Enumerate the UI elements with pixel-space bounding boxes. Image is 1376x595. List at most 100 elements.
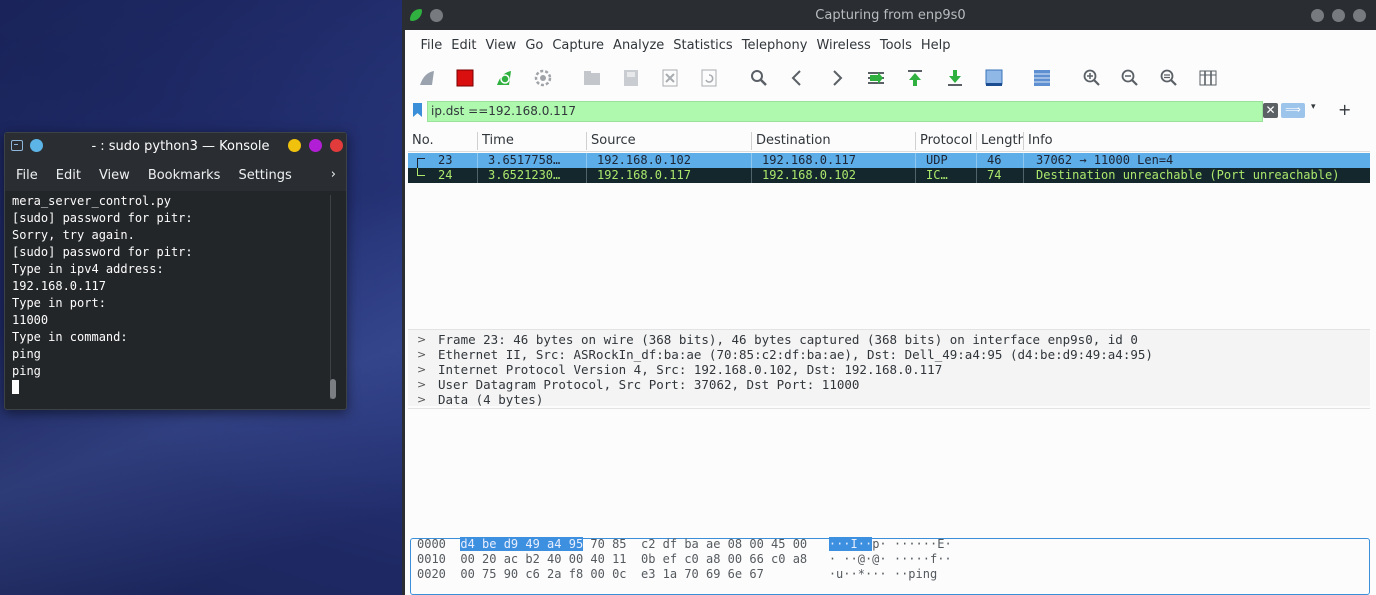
find-packet-magnifier-icon[interactable]: [748, 67, 770, 89]
konsole-titlebar[interactable]: - : sudo python3 — Konsole: [5, 133, 346, 159]
detail-tree-item[interactable]: > User Datagram Protocol, Src Port: 37062…: [408, 377, 1370, 392]
expand-chevron-icon[interactable]: >: [417, 332, 426, 347]
related-packet-bracket-icon: [417, 158, 425, 168]
add-filter-button[interactable]: +: [1338, 100, 1351, 119]
keep-above-icon[interactable]: [430, 9, 443, 22]
stop-capture-icon[interactable]: [454, 67, 476, 89]
clear-filter-icon[interactable]: ✕: [1263, 103, 1278, 118]
menu-file[interactable]: File: [416, 38, 447, 53]
terminal-scrollbar-track[interactable]: [330, 195, 336, 399]
hex-bytes[interactable]: 70 85 c2 df ba ae 08 00 45 00: [583, 537, 807, 551]
open-file-folder-icon[interactable]: [581, 67, 603, 89]
go-forward-chevron-right-icon[interactable]: [826, 67, 848, 89]
packet-length: 46: [983, 153, 1024, 168]
auto-scroll-icon[interactable]: [983, 67, 1005, 89]
wireshark-window[interactable]: Capturing from enp9s0 File Edit View Go …: [402, 0, 1376, 595]
menu-view[interactable]: View: [481, 38, 521, 53]
menu-tools[interactable]: Tools: [875, 38, 916, 53]
apply-filter-arrow-icon[interactable]: ⟹: [1281, 103, 1305, 118]
close-button[interactable]: [1353, 9, 1366, 22]
maximize-button[interactable]: [1332, 9, 1345, 22]
menu-go[interactable]: Go: [521, 38, 548, 53]
go-to-packet-icon[interactable]: [865, 67, 887, 89]
hex-bytes-highlighted[interactable]: d4 be d9 49 a4 95: [460, 537, 584, 551]
packet-row[interactable]: 23 3.6517758… 192.168.0.102 192.168.0.11…: [408, 153, 1370, 168]
detail-tree-item[interactable]: > Internet Protocol Version 4, Src: 192.1…: [408, 362, 1370, 377]
terminal-app-icon[interactable]: [11, 140, 23, 151]
menu-bookmarks[interactable]: Bookmarks: [139, 168, 230, 183]
window-title: Capturing from enp9s0: [815, 7, 966, 23]
detail-tree-item[interactable]: > Data (4 bytes): [408, 392, 1370, 407]
packet-time: 3.6517758…: [484, 153, 587, 168]
display-filter-input[interactable]: ip.dst ==192.168.0.117: [427, 101, 1263, 122]
terminal-output[interactable]: mera_server_control.py [sudo] password f…: [12, 193, 327, 405]
column-header-length[interactable]: Length: [977, 132, 1024, 150]
detail-text: Data (4 bytes): [438, 392, 544, 407]
menu-statistics[interactable]: Statistics: [669, 38, 737, 53]
column-header-time[interactable]: Time: [478, 132, 587, 150]
column-header-protocol[interactable]: Protocol: [916, 132, 977, 150]
keep-above-icon[interactable]: [30, 139, 43, 152]
column-header-info[interactable]: Info: [1024, 132, 1370, 150]
close-button[interactable]: [330, 139, 343, 152]
hex-ascii-highlighted[interactable]: ···I··: [828, 537, 873, 551]
filter-history-dropdown-icon[interactable]: ▾: [1311, 102, 1316, 112]
reload-file-icon[interactable]: [698, 67, 720, 89]
wireshark-titlebar[interactable]: Capturing from enp9s0: [405, 0, 1376, 30]
zoom-out-icon[interactable]: [1119, 67, 1141, 89]
menu-telephony[interactable]: Telephony: [737, 38, 812, 53]
wireshark-fin-icon[interactable]: [410, 9, 422, 21]
terminal-scrollbar-thumb[interactable]: [330, 379, 336, 399]
hex-ascii[interactable]: ·u··*··· ··ping: [829, 567, 937, 581]
minimize-button[interactable]: [1311, 9, 1324, 22]
maximize-button[interactable]: [309, 139, 322, 152]
hex-ascii[interactable]: · ··@·@· ·····f··: [829, 552, 952, 566]
expand-chevron-icon[interactable]: >: [417, 347, 426, 362]
capture-options-gear-icon[interactable]: [532, 67, 554, 89]
detail-tree-item[interactable]: > Frame 23: 46 bytes on wire (368 bits), …: [408, 332, 1370, 347]
go-first-packet-icon[interactable]: [904, 67, 926, 89]
menu-edit[interactable]: Edit: [447, 38, 481, 53]
column-header-no[interactable]: No.: [408, 132, 478, 150]
menu-analyze[interactable]: Analyze: [609, 38, 669, 53]
expand-chevron-icon[interactable]: >: [417, 362, 426, 377]
go-back-chevron-left-icon[interactable]: [786, 67, 808, 89]
colorize-packet-list-icon[interactable]: [1031, 67, 1053, 89]
hex-line: 0000 d4 be d9 49 a4 95 70 85 c2 df ba ae…: [417, 537, 952, 552]
hex-bytes[interactable]: 00 75 90 c6 2a f8 00 0c e3 1a 70 69 6e 6…: [460, 567, 763, 581]
go-last-packet-icon[interactable]: [944, 67, 966, 89]
menu-settings[interactable]: Settings: [229, 168, 300, 183]
terminal-prompt-line[interactable]: [12, 380, 327, 397]
zoom-in-icon[interactable]: [1081, 67, 1103, 89]
save-file-icon[interactable]: [620, 67, 642, 89]
minimize-button[interactable]: [288, 139, 301, 152]
expand-chevron-icon[interactable]: >: [417, 377, 426, 392]
packet-row[interactable]: 24 3.6521230… 192.168.0.117 192.168.0.10…: [408, 168, 1370, 183]
menu-file[interactable]: File: [5, 168, 47, 183]
hex-line: 0020 00 75 90 c6 2a f8 00 0c e3 1a 70 69…: [417, 567, 937, 582]
menu-help[interactable]: Help: [916, 38, 955, 53]
packet-bytes-pane[interactable]: 0000 d4 be d9 49 a4 95 70 85 c2 df ba ae…: [410, 537, 1370, 595]
resize-columns-icon[interactable]: [1197, 67, 1219, 89]
column-header-destination[interactable]: Destination: [752, 132, 916, 150]
menu-edit[interactable]: Edit: [47, 168, 90, 183]
menu-capture[interactable]: Capture: [548, 38, 609, 53]
restart-capture-icon[interactable]: [493, 67, 515, 89]
konsole-window[interactable]: - : sudo python3 — Konsole File Edit Vie…: [4, 132, 347, 410]
close-file-icon[interactable]: [659, 67, 681, 89]
pane-splitter[interactable]: [408, 408, 1370, 409]
start-capture-fin-icon[interactable]: [416, 67, 438, 89]
menu-overflow-chevron-icon[interactable]: ›: [331, 167, 336, 182]
terminal-line: mera_server_control.py: [12, 194, 171, 208]
text-cursor: [12, 380, 19, 394]
normal-size-icon[interactable]: [1158, 67, 1180, 89]
detail-tree-item[interactable]: > Ethernet II, Src: ASRockIn_df:ba:ae (70…: [408, 347, 1370, 362]
hex-bytes[interactable]: 00 20 ac b2 40 00 40 11 0b ef c0 a8 00 6…: [460, 552, 807, 566]
packet-destination: 192.168.0.102: [758, 168, 916, 183]
menu-view[interactable]: View: [90, 168, 139, 183]
column-header-source[interactable]: Source: [587, 132, 752, 150]
expand-chevron-icon[interactable]: >: [417, 392, 426, 407]
menu-wireless[interactable]: Wireless: [812, 38, 875, 53]
filter-bookmark-icon[interactable]: [413, 103, 422, 117]
hex-ascii[interactable]: p· ······E·: [872, 537, 951, 551]
